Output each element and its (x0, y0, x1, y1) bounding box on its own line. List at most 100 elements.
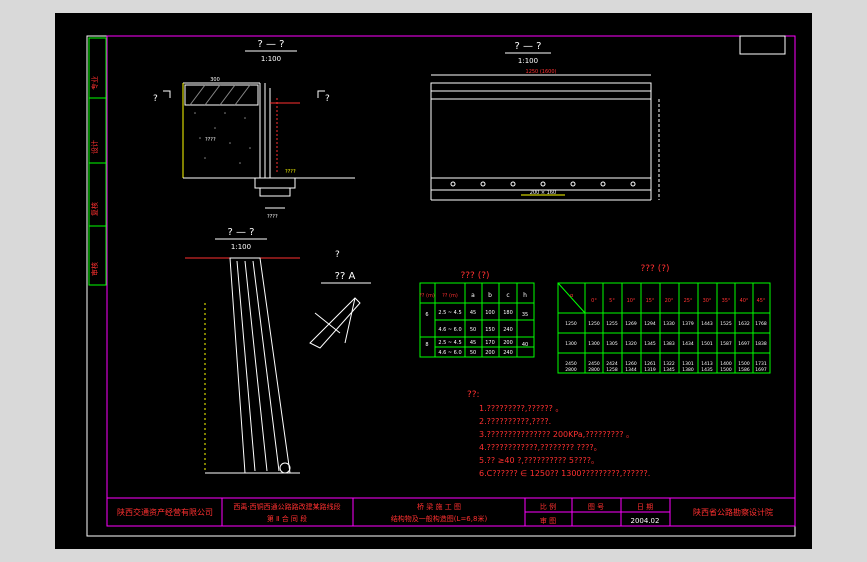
table2-cell: 1305 (606, 341, 618, 347)
title-company: 陕西交通资产经营有限公司 (117, 507, 213, 517)
table2-cell: 1697 (755, 367, 767, 373)
note-6: 6.C?????? ∈ 1250?? 1300?????????,??????. (479, 469, 650, 478)
side-tab-4: 审核 (90, 262, 99, 276)
table2-cell: 1413 (701, 361, 713, 367)
notes-heading: ??: (467, 390, 480, 400)
table1-cell: 2.5 ~ 4.5 (438, 310, 461, 316)
table2-cell: 1443 (701, 321, 713, 327)
table2-cell: 1261 (644, 361, 656, 367)
title-designer: 陕西省公路勘察设计院 (693, 507, 773, 517)
table1-cell: 240 (503, 350, 513, 356)
table1-header-0: ?? (m) (419, 293, 435, 299)
cad-viewport[interactable]: 专业 设计 复核 审核 ? — ? 1:100 300 ???? ???? ? … (55, 13, 812, 549)
table2-cell: 1300 (588, 341, 600, 347)
table2-cell: 1250 (565, 321, 577, 327)
section-view-1: ? — ? 1:100 300 ???? ???? ? ? ???? (153, 39, 355, 220)
side-tab-2: 设计 (90, 140, 99, 154)
table2-cell: 1294 (644, 321, 656, 327)
note-2: 2.??????????,????. (479, 417, 551, 426)
title-project-2: 第 Ⅱ 合 同 段 (267, 514, 307, 523)
section-view-2: ? — ? 1:100 1250 (1600) 200 × 160 (430, 41, 660, 201)
note-5: 5.?? ≥40 ?,?????????? 5????。 (479, 456, 599, 465)
section-view-3: ? — ? 1:100 (185, 227, 300, 474)
corner-box (739, 35, 786, 55)
section2-dim-top: 1250 (1600) (526, 69, 557, 75)
table2-cell: 1258 (606, 367, 618, 373)
section2-dim-bottom: 200 × 160 (530, 190, 556, 196)
side-tabs: 专业 设计 复核 审核 (88, 37, 107, 286)
table2-cell: 1260 (625, 361, 637, 367)
table-1: ??? (?) ?? (m) ?? (m) a b c h 6 2.5 ~ 4.… (419, 271, 535, 358)
section3-title: ? — ? (228, 227, 255, 238)
table2-cell: 2800 (588, 367, 600, 373)
note-4: 4.????????????,???????? ????。 (479, 443, 602, 452)
table2-header: 5° (609, 298, 615, 304)
table2-cell: 1697 (738, 341, 750, 347)
table2-cell: 1632 (738, 321, 750, 327)
table1-cell: 45 (470, 340, 476, 346)
table2-cell: 1255 (606, 321, 618, 327)
table1-cell: 45 (470, 310, 476, 316)
table2-rows: 1250 1250 1255 1269 1294 1330 1379 1443 1525 1632… (565, 321, 767, 373)
table2-header: 10° (627, 298, 636, 304)
table1-cell: 6 (425, 312, 428, 318)
table2-cell: 2424 (606, 361, 618, 367)
side-tab-3: 复核 (90, 202, 99, 216)
table2-cell: 1383 (663, 341, 675, 347)
table2-cell: 1500 (738, 361, 750, 367)
side-tab-1: 专业 (90, 76, 99, 90)
table2-cell: 1300 (565, 341, 577, 347)
table1-cell: 35 (522, 312, 528, 318)
title-label-scale: 比 例 (540, 502, 556, 511)
table2-header: 35° (722, 298, 731, 304)
table1-cell: 50 (470, 350, 476, 356)
section1-scale: 1:100 (261, 55, 281, 63)
notes: ??: 1.?????????,?????? 。 2.??????????,??… (467, 390, 650, 478)
table2-header: 40° (740, 298, 749, 304)
table1-cell: 2.5 ~ 4.5 (438, 340, 461, 346)
table1-cell: 40 (522, 342, 528, 348)
table2-header: 0° (591, 298, 597, 304)
drawing-canvas: 专业 设计 复核 审核 ? — ? 1:100 300 ???? ???? ? … (86, 35, 796, 537)
table2-cell: 1319 (644, 367, 656, 373)
title-label-number: 图 号 (588, 503, 604, 511)
detail-a-view: ? ?? A (309, 250, 371, 349)
table2-cell: 2450 (565, 361, 577, 367)
table2-cell: 2800 (565, 367, 577, 373)
table2-cell: 1435 (701, 367, 713, 373)
table2-cell: 1400 (720, 361, 732, 367)
title-project-1: 西禹·西铜西通公路路改建某路线段 (233, 502, 340, 511)
section1-label-3: ? (153, 94, 158, 104)
title-block: 陕西交通资产经营有限公司 西禹·西铜西通公路路改建某路线段 第 Ⅱ 合 同 段 … (106, 497, 796, 527)
table2-cell: 2450 (588, 361, 600, 367)
table2-cell: 1501 (701, 341, 713, 347)
table1-cell: 4.6 ~ 6.0 (438, 327, 461, 333)
section1-dim-top: 300 (210, 77, 220, 83)
table2-cell: 1344 (625, 367, 637, 373)
table2-cell: 1345 (663, 367, 675, 373)
table2-cell: 1768 (755, 321, 767, 327)
title-label-review: 审 图 (540, 516, 556, 525)
table2-header: 20° (665, 298, 674, 304)
table1-title: ??? (?) (461, 271, 490, 281)
note-1: 1.?????????,?????? 。 (479, 404, 563, 413)
section2-scale: 1:100 (518, 57, 538, 65)
table1-cell: 8 (425, 342, 428, 348)
table2-cell: 1330 (663, 321, 675, 327)
title-date: 2004.02 (631, 517, 660, 525)
table1-cell: 180 (503, 310, 513, 316)
title-drawing-1: 桥 梁 施 工 图 (417, 502, 461, 511)
section1-label-5: ???? (267, 214, 278, 220)
table1-header-5: h (523, 292, 527, 299)
table2-cell: 1434 (682, 341, 694, 347)
section1-title: ? — ? (258, 39, 285, 50)
section2-title: ? — ? (515, 41, 542, 52)
table2-corner: α (570, 293, 574, 299)
section1-label-1: ???? (205, 137, 216, 143)
table1-cell: 4.6 ~ 6.0 (438, 350, 461, 356)
table1-header-3: b (488, 292, 492, 299)
table2-header: 30° (703, 298, 712, 304)
table1-cell: 200 (485, 350, 495, 356)
table2-cell: 1269 (625, 321, 637, 327)
detail-mark: ? (335, 250, 340, 260)
